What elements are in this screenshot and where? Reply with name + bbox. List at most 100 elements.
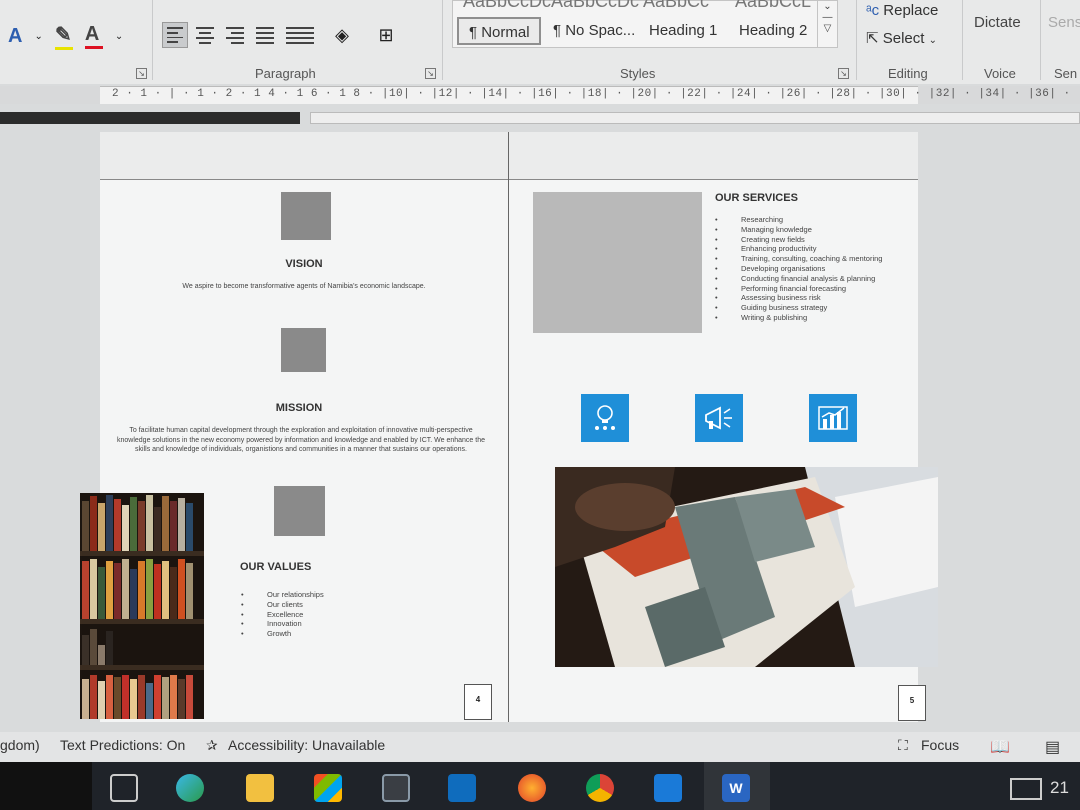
mail-icon[interactable] <box>654 774 682 802</box>
shelf-board <box>80 551 204 556</box>
reading-book-photo[interactable] <box>555 467 938 667</box>
print-layout-icon[interactable]: ▤ <box>1045 737 1060 757</box>
style-heading-1[interactable]: Heading 1 <box>639 17 729 45</box>
shelf-board <box>80 665 204 670</box>
list-item: Creating new fields <box>715 235 882 245</box>
font-tools: A ⌄ ✎ A ⌄ <box>8 22 123 50</box>
shelf-row <box>80 625 204 665</box>
styles-scroll[interactable]: ⌄ — ▽ <box>817 1 837 47</box>
divider <box>856 0 857 80</box>
lightbulb-icon <box>595 405 615 430</box>
replace-icon: ᵃc <box>866 2 880 19</box>
task-view-icon[interactable] <box>110 774 138 802</box>
select-label: Select <box>882 30 925 47</box>
style-no-spacing[interactable]: ¶ No Spac... <box>543 17 637 45</box>
page-number-4: 4 <box>464 684 492 720</box>
word-active-highlight <box>704 762 770 810</box>
mission-text: To facilitate human capital development … <box>117 427 485 453</box>
chrome-icon[interactable] <box>586 774 614 802</box>
styles-dialog-launcher-icon[interactable]: ↘ <box>838 68 849 79</box>
select-button[interactable]: ⇱ Select ⌄ <box>866 29 937 47</box>
chevron-down-icon[interactable]: ⌄ <box>115 31 123 42</box>
edge-icon[interactable] <box>176 774 204 802</box>
book-photo-svg <box>555 467 938 667</box>
file-explorer-icon[interactable] <box>246 774 274 802</box>
text-predictions-status[interactable]: Text Predictions: On <box>60 737 185 753</box>
vision-heading: VISION <box>285 258 323 270</box>
language-status[interactable]: gdom) <box>0 737 40 753</box>
camera-icon[interactable] <box>382 774 410 802</box>
mission-image-placeholder[interactable] <box>281 328 326 372</box>
page-divider <box>508 132 509 722</box>
list-item: Researching <box>715 215 882 225</box>
styles-gallery: AaBbCcDc AaBbCcDc AaBbCc AaBbCcL ¶ Norma… <box>452 0 838 48</box>
firefox-icon[interactable] <box>518 774 546 802</box>
list-item: Our relationships <box>241 590 324 600</box>
editing-group-label: Editing <box>888 66 928 81</box>
divider <box>442 0 443 80</box>
ribbon: A ⌄ ✎ A ⌄ ↘ ◈ ⊞ Paragraph ↘ AaBbCcDc AaB… <box>0 0 1080 84</box>
growth-chart-icon[interactable] <box>809 394 857 442</box>
accessibility-icon[interactable]: ✰ <box>206 737 218 754</box>
list-item: Conducting financial analysis & planning <box>715 274 882 284</box>
megaphone-icon[interactable] <box>695 394 743 442</box>
style-preview: AaBbCcDc <box>551 0 640 11</box>
text-effects-icon[interactable]: A <box>8 25 22 48</box>
line-spacing-button[interactable] <box>282 22 318 48</box>
list-item: Excellence <box>241 610 324 620</box>
justify-button[interactable] <box>252 22 278 48</box>
style-preview: AaBbCc <box>643 0 710 11</box>
store-icon[interactable] <box>314 774 342 802</box>
list-item: Managing knowledge <box>715 225 882 235</box>
chart-svg <box>818 406 848 430</box>
ruler-numbers: 2 · 1 · | · 1 · 2 · 1 4 · 1 6 · 1 8 · |1… <box>112 88 1080 100</box>
screen-bezel <box>0 762 92 810</box>
list-item: Our clients <box>241 600 324 610</box>
shading-icon[interactable]: ◈ <box>322 25 362 46</box>
chevron-down-icon: ⌄ <box>928 35 938 46</box>
style-preview: AaBbCcL <box>735 0 812 11</box>
mission-heading: MISSION <box>275 402 323 414</box>
focus-button[interactable]: Focus <box>921 737 959 753</box>
shelf-row <box>80 557 204 619</box>
paragraph-dialog-launcher-icon[interactable]: ↘ <box>425 68 436 79</box>
news-widget-icon[interactable] <box>1010 778 1042 800</box>
bookshelf-image[interactable] <box>80 493 204 719</box>
style-normal[interactable]: ¶ Normal <box>457 17 541 45</box>
services-image-placeholder[interactable] <box>533 192 702 333</box>
dictate-button[interactable]: Dictate <box>974 14 1021 31</box>
vision-image-placeholder[interactable] <box>281 192 331 240</box>
accessibility-status[interactable]: Accessibility: Unavailable <box>228 737 385 753</box>
list-item: Guiding business strategy <box>715 303 882 313</box>
align-center-button[interactable] <box>192 22 218 48</box>
lightbulb-team-icon[interactable] <box>581 394 629 442</box>
ruler-margin <box>0 112 300 124</box>
outlook-icon[interactable] <box>448 774 476 802</box>
list-item: Performing financial forecasting <box>715 284 882 294</box>
sensitivity-button[interactable]: Sens <box>1048 14 1080 31</box>
read-mode-icon[interactable]: 📖 <box>990 737 1010 757</box>
clock[interactable]: 21 <box>1050 778 1069 798</box>
taskbar: W 21 <box>92 762 1080 810</box>
align-right-button[interactable] <box>222 22 248 48</box>
focus-icon[interactable]: ⛶ <box>898 737 908 754</box>
divider <box>1040 0 1041 80</box>
list-item: Writing & publishing <box>715 313 882 323</box>
borders-icon[interactable]: ⊞ <box>366 25 406 46</box>
values-image-placeholder[interactable] <box>274 486 325 536</box>
align-left-button[interactable] <box>162 22 188 48</box>
values-heading: OUR VALUES <box>240 561 312 573</box>
shelf-row <box>80 671 204 719</box>
replace-button[interactable]: ᵃc Replace <box>866 2 938 19</box>
font-dialog-launcher-icon[interactable]: ↘ <box>136 68 147 79</box>
highlight-icon[interactable]: ✎ <box>54 22 73 50</box>
megaphone-svg <box>705 406 732 430</box>
style-heading-2[interactable]: Heading 2 <box>729 17 819 45</box>
chevron-down-icon[interactable]: ⌄ <box>34 31 42 42</box>
divider <box>152 0 153 80</box>
shelf-row <box>80 493 204 551</box>
divider <box>962 0 963 80</box>
page-header <box>100 132 918 180</box>
font-color-icon[interactable]: A <box>84 23 103 49</box>
ruler-track <box>310 112 1080 124</box>
